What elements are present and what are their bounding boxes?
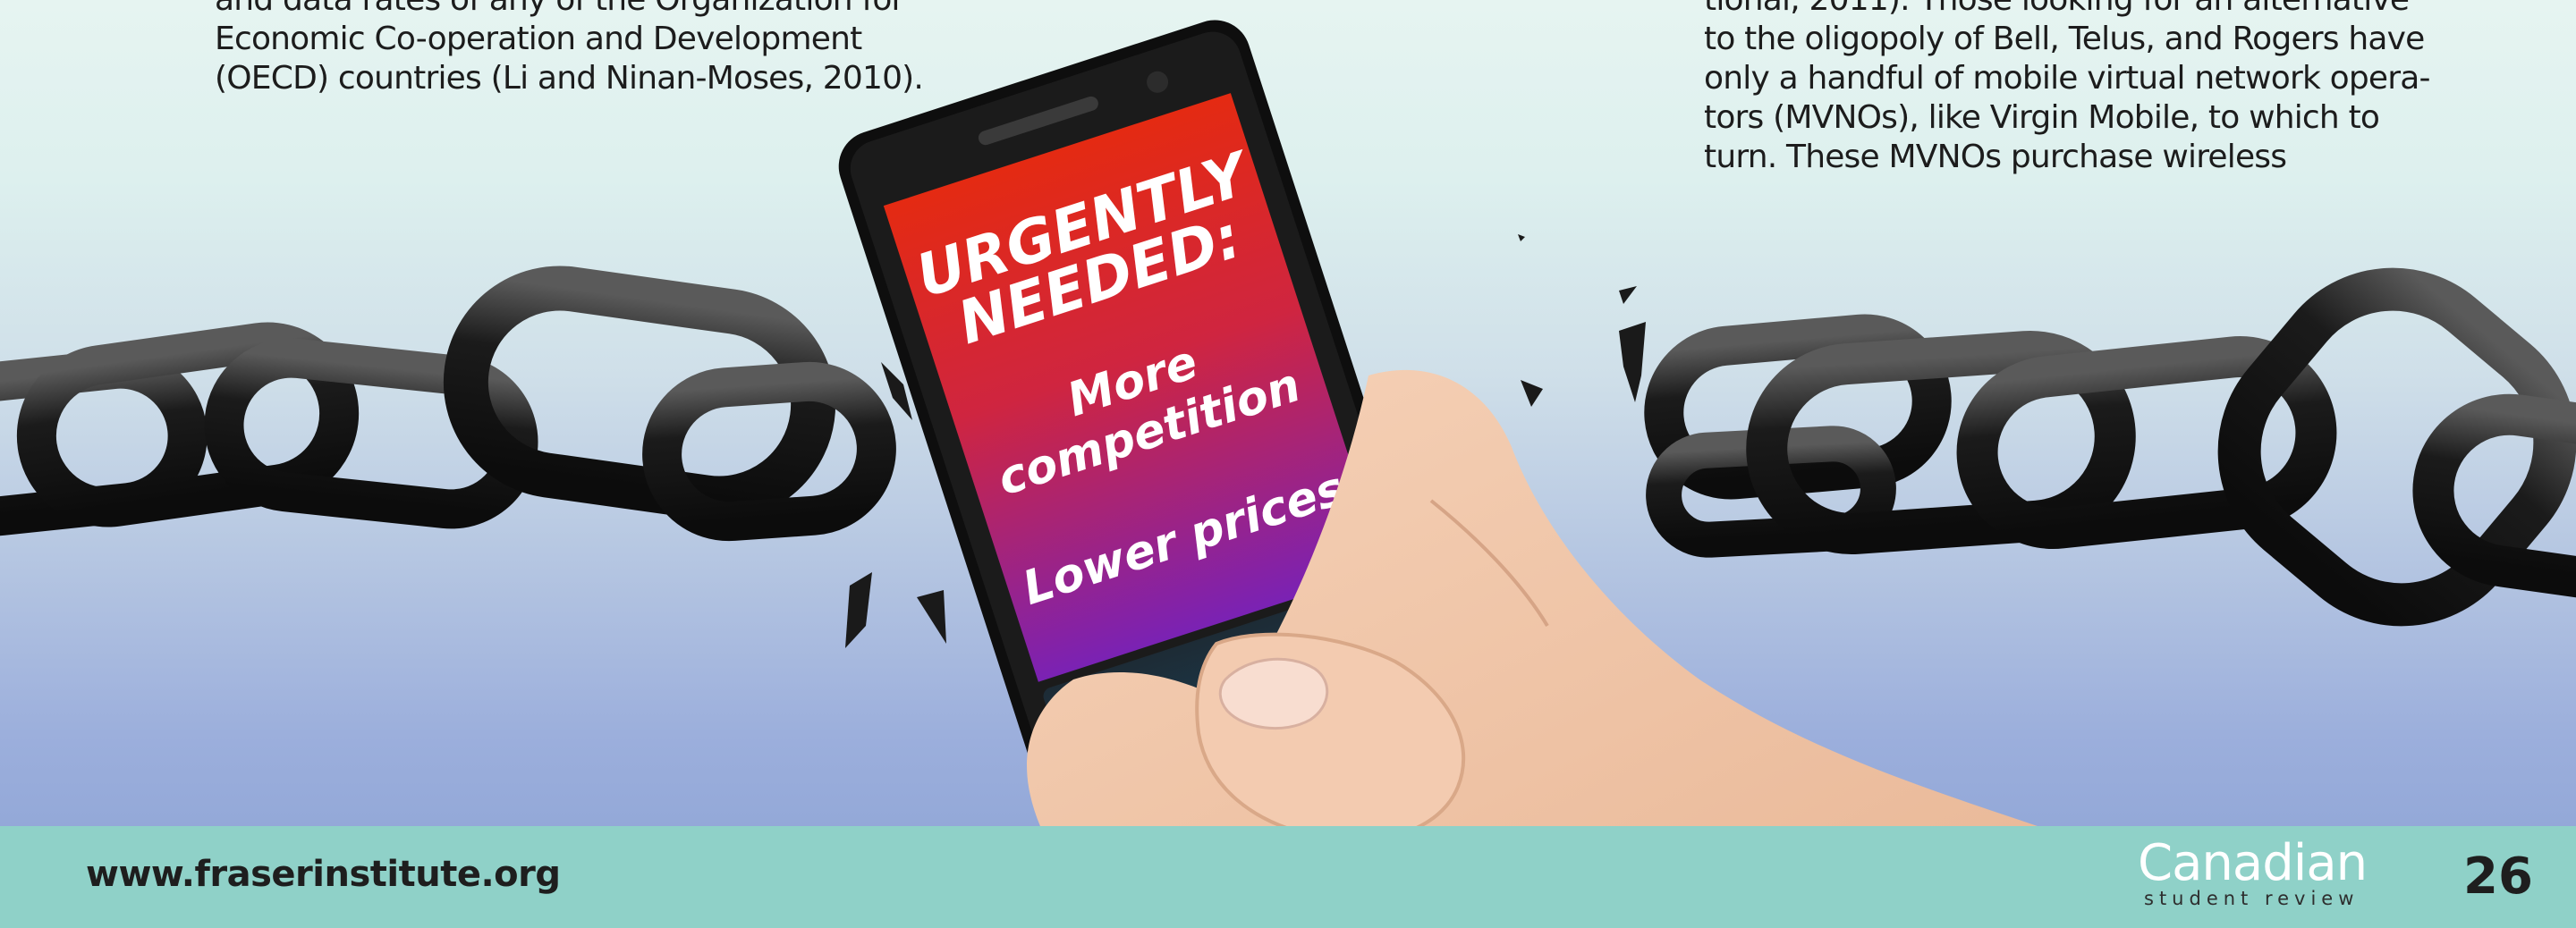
website-url[interactable]: www.fraserinstitute.org [86,854,561,895]
illustration: URGENTLY NEEDED: More competition Lower … [0,20,2576,928]
broken-chain-icon [0,266,896,542]
magazine-page: and data rates of any of the Organizatio… [0,0,2576,928]
logo-tagline: student review [2144,888,2360,909]
broken-chain-icon [1644,267,2576,627]
logo-wordmark: Canadian [2138,834,2368,892]
page-number: 26 [2463,848,2533,906]
